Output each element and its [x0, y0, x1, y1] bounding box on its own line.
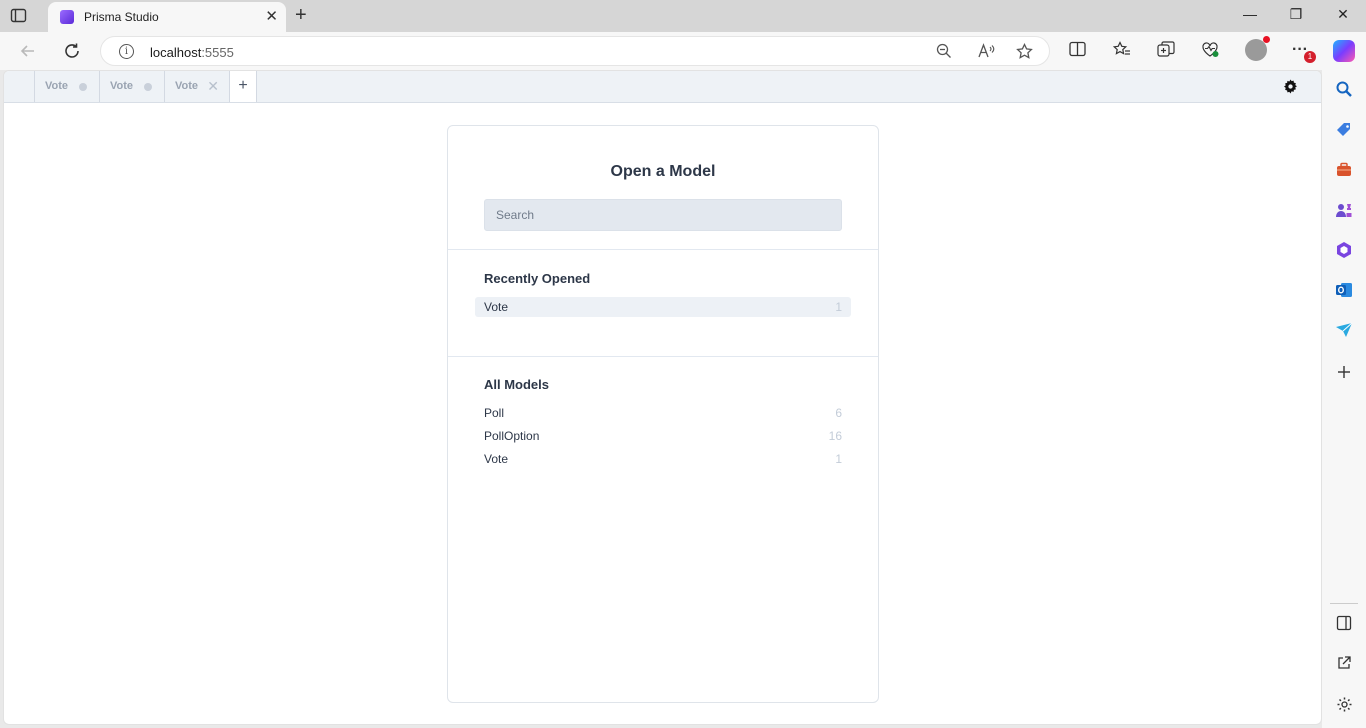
studio-tab-label: Vote	[45, 80, 69, 92]
unsaved-dot-icon[interactable]	[79, 83, 87, 91]
favorites-icon[interactable]	[1111, 41, 1133, 63]
url-host: localhost	[150, 45, 202, 60]
all-models-heading: All Models	[484, 377, 550, 392]
studio-tab-vote-2[interactable]: Vote	[99, 71, 164, 102]
dialog-title: Open a Model	[610, 163, 716, 180]
edge-sidebar	[1322, 70, 1366, 728]
model-count: 6	[835, 406, 842, 420]
new-tab-button[interactable]: +	[295, 4, 307, 27]
add-tab-button[interactable]: +	[229, 71, 257, 102]
address-url[interactable]: localhost:5555	[150, 45, 234, 60]
model-name: Poll	[484, 406, 505, 420]
back-arrow-icon[interactable]	[17, 40, 39, 62]
hide-sidebar-icon[interactable]	[1334, 615, 1354, 635]
section-divider	[448, 356, 878, 357]
tab-actions-icon[interactable]	[10, 7, 28, 25]
studio-tab-bar: Vote Vote Vote ✕ +	[4, 71, 1321, 103]
model-count: 1	[835, 452, 842, 466]
address-bar[interactable]: i localhost:5555	[100, 36, 1050, 66]
model-row-polloption[interactable]: PollOption 16	[475, 426, 851, 446]
studio-tab-label: Vote	[175, 80, 199, 92]
section-divider	[448, 249, 878, 250]
model-search-input[interactable]	[484, 199, 842, 231]
settings-gear-icon[interactable]	[1282, 79, 1298, 95]
favorite-star-icon[interactable]	[1016, 42, 1033, 64]
sidebar-divider	[1330, 603, 1358, 604]
studio-tab-vote-3[interactable]: Vote ✕	[164, 71, 229, 102]
restore-button[interactable]: ❐	[1286, 6, 1306, 23]
refresh-icon[interactable]	[61, 40, 83, 62]
tab-close-icon[interactable]: ✕	[207, 71, 219, 102]
profile-avatar[interactable]	[1245, 36, 1270, 61]
page-viewport: Vote Vote Vote ✕ + Open a Model Recently…	[3, 70, 1322, 725]
minimize-button[interactable]: —	[1240, 6, 1260, 22]
browser-toolbar: i localhost:5555 ··· 1	[0, 32, 1366, 70]
model-row-vote[interactable]: Vote 1	[475, 449, 851, 469]
games-chess-icon[interactable]	[1334, 201, 1354, 221]
open-model-dialog: Open a Model Recently Opened Vote 1 All …	[447, 125, 879, 703]
shopping-tag-icon[interactable]	[1334, 121, 1354, 141]
copilot-icon[interactable]	[1333, 40, 1355, 62]
model-count: 1	[835, 300, 842, 314]
unsaved-dot-icon[interactable]	[144, 83, 152, 91]
browser-tab-title: Prisma Studio	[84, 10, 159, 24]
collections-icon[interactable]	[1155, 41, 1177, 63]
add-sidebar-app-icon[interactable]	[1334, 364, 1354, 384]
external-open-icon[interactable]	[1334, 655, 1354, 675]
read-aloud-icon[interactable]	[977, 43, 995, 62]
model-name: Vote	[484, 300, 509, 314]
model-count: 16	[828, 429, 842, 443]
model-name: Vote	[484, 452, 509, 466]
recent-model-row-vote[interactable]: Vote 1	[475, 297, 851, 317]
microsoft-365-icon[interactable]	[1334, 241, 1354, 261]
zoom-out-icon[interactable]	[936, 43, 952, 63]
prisma-favicon-icon	[60, 10, 74, 24]
model-row-poll[interactable]: Poll 6	[475, 403, 851, 423]
model-name: PollOption	[484, 429, 540, 443]
url-port: :5555	[201, 45, 234, 60]
split-screen-icon[interactable]	[1066, 41, 1088, 62]
notification-badge: 1	[1304, 51, 1316, 63]
browser-tab-strip: Prisma Studio ✕ + — ❐ ✕	[0, 0, 1366, 32]
search-icon[interactable]	[1334, 80, 1354, 100]
drop-send-icon[interactable]	[1334, 321, 1354, 341]
browser-essentials-icon[interactable]	[1199, 41, 1221, 63]
tools-briefcase-icon[interactable]	[1334, 161, 1354, 181]
browser-tab-close-icon[interactable]: ✕	[265, 8, 278, 26]
outlook-icon[interactable]	[1334, 281, 1354, 301]
window-close-button[interactable]: ✕	[1333, 6, 1353, 23]
studio-tab-label: Vote	[110, 80, 134, 92]
sidebar-settings-gear-icon[interactable]	[1334, 696, 1354, 716]
recently-opened-heading: Recently Opened	[484, 271, 591, 286]
browser-tab-prisma-studio[interactable]: Prisma Studio ✕	[48, 2, 286, 32]
studio-tab-vote-1[interactable]: Vote	[34, 71, 99, 102]
site-info-icon[interactable]: i	[119, 44, 134, 59]
